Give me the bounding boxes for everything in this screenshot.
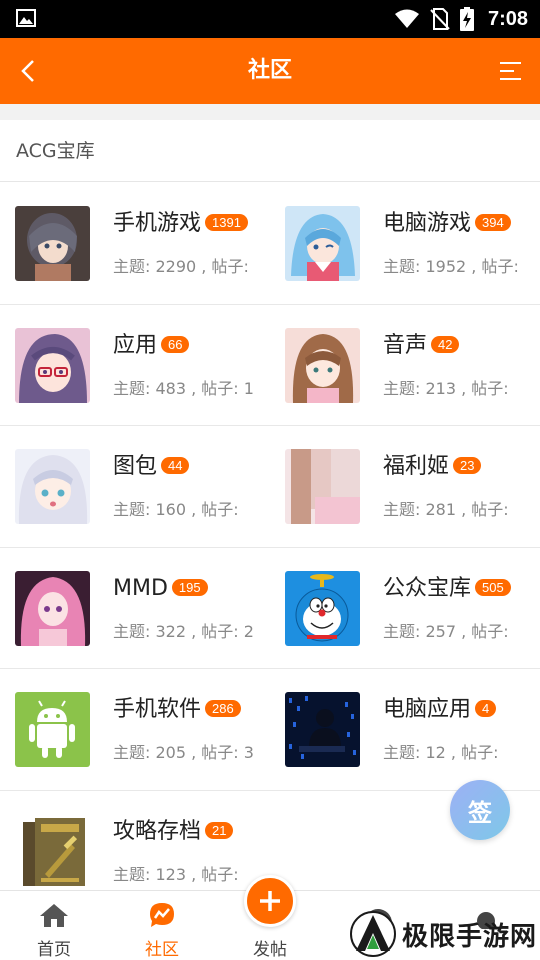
forum-item-mmd[interactable]: MMD 195 主题: 322 , 帖子: 2 xyxy=(0,548,270,668)
count-badge: 23 xyxy=(453,457,482,474)
forum-name: MMD 195 xyxy=(113,574,208,604)
forum-item-mobile-software[interactable]: 手机软件 286 主题: 205 , 帖子: 3 xyxy=(0,669,270,789)
forum-stats: 主题: 322 , 帖子: 2 xyxy=(113,621,254,641)
forum-thumbnail xyxy=(285,692,360,767)
forum-name: 应用 66 xyxy=(113,331,190,361)
forum-thumbnail xyxy=(15,449,90,524)
forum-name: 手机游戏 1391 xyxy=(113,209,248,239)
post-button[interactable] xyxy=(244,875,296,927)
forum-name-text: 手机软件 xyxy=(113,697,202,722)
forum-name: 公众宝库 505 xyxy=(383,574,511,604)
forum-thumbnail xyxy=(15,570,90,646)
forum-thumbnail xyxy=(285,570,360,646)
forum-thumbnail xyxy=(15,206,90,281)
forum-stats: 主题: 12 , 帖子: xyxy=(383,743,499,762)
count-badge: 195 xyxy=(171,578,208,596)
forum-name-text: 攻略存档 xyxy=(113,818,202,844)
community-icon xyxy=(146,901,178,929)
menu-button[interactable] xyxy=(492,52,528,90)
wifi-icon xyxy=(394,9,419,28)
count-badge: 394 xyxy=(475,214,511,231)
app-bar: 社区 xyxy=(0,38,540,104)
forum-item-pc-apps[interactable]: 电脑应用 4 主题: 12 , 帖子: xyxy=(270,669,540,789)
tab-home[interactable]: 首页 xyxy=(0,891,108,960)
forum-item-pc-games[interactable]: 电脑游戏 394 主题: 1952 , 帖子: xyxy=(270,183,540,303)
count-badge: 286 xyxy=(205,700,241,717)
forum-name: 音声 42 xyxy=(383,331,460,361)
forum-item-image-packs[interactable]: 图包 44 主题: 160 , 帖子: xyxy=(0,426,270,546)
forum-item-public-treasury[interactable]: 公众宝库 505 主题: 257 , 帖子: xyxy=(270,548,540,668)
forum-name-text: 手机游戏 xyxy=(113,211,202,236)
forum-stats: 主题: 2290 , 帖子: xyxy=(113,257,249,276)
forum-item-welfare[interactable]: 福利姬 23 主题: 281 , 帖子: xyxy=(270,426,540,546)
section-title: ACG宝库 xyxy=(16,140,95,162)
watermark-logo-icon xyxy=(350,911,396,957)
count-badge: 21 xyxy=(205,821,234,839)
count-badge: 505 xyxy=(475,578,511,596)
forum-name-text: 电脑游戏 xyxy=(383,211,472,236)
forum-stats: 主题: 213 , 帖子: xyxy=(383,378,509,398)
forum-item-apps[interactable]: 应用 66 主题: 483 , 帖子: 1 xyxy=(0,305,270,425)
status-time: 7:08 xyxy=(487,7,528,30)
home-icon xyxy=(38,901,70,929)
tab-label: 社区 xyxy=(145,940,179,960)
forum-name-text: 公众宝库 xyxy=(383,575,472,601)
section-header: ACG宝库 xyxy=(0,120,540,182)
forum-name-text: 应用 xyxy=(113,332,158,358)
forum-row: 手机游戏 1391 主题: 2290 , 帖子: 电脑游戏 394 主题: 1952… xyxy=(0,183,540,305)
forum-name-text: MMD xyxy=(113,575,168,601)
forum-stats: 主题: 205 , 帖子: 3 xyxy=(113,743,254,762)
image-icon xyxy=(16,9,36,27)
forum-row: MMD 195 主题: 322 , 帖子: 2 公众宝库 505 主题: 257… xyxy=(0,548,540,669)
forum-thumbnail xyxy=(285,449,360,524)
forum-stats: 主题: 483 , 帖子: 1 xyxy=(113,378,254,398)
forum-name-text: 福利姬 xyxy=(383,454,450,479)
forum-name: 电脑游戏 394 xyxy=(383,209,511,239)
forum-stats: 主题: 1952 , 帖子: xyxy=(383,257,519,276)
forum-name-text: 音声 xyxy=(383,332,428,358)
forum-row: 应用 66 主题: 483 , 帖子: 1 音声 42 主题: 213 , 帖子: xyxy=(0,305,540,426)
forum-row: 图包 44 主题: 160 , 帖子: 福利姬 23 主题: 281 , 帖子: xyxy=(0,426,540,548)
forum-name: 福利姬 23 xyxy=(383,452,482,482)
tab-label: 发帖 xyxy=(253,940,287,960)
page-title: 社区 xyxy=(247,58,292,83)
no-sim-icon xyxy=(430,8,450,30)
forum-thumbnail xyxy=(285,206,360,281)
forum-stats: 主题: 160 , 帖子: xyxy=(113,500,239,519)
forum-thumbnail xyxy=(15,327,90,403)
battery-charging-icon xyxy=(459,7,474,31)
forum-name-text: 电脑应用 xyxy=(383,697,472,722)
tab-post[interactable]: 发帖 xyxy=(216,875,324,960)
forum-name-text: 图包 xyxy=(113,454,158,479)
forum-stats: 主题: 123 , 帖子: xyxy=(113,864,239,884)
forum-name: 电脑应用 4 xyxy=(383,695,497,725)
count-badge: 1391 xyxy=(205,214,248,231)
forum-thumbnail xyxy=(15,813,90,889)
count-badge: 66 xyxy=(161,335,190,353)
forum-row: 手机软件 286 主题: 205 , 帖子: 3 电脑应用 4 主题: 12 ,… xyxy=(0,669,540,791)
tab-community[interactable]: 社区 xyxy=(108,891,216,960)
plus-icon xyxy=(260,891,280,911)
forum-thumbnail xyxy=(285,327,360,403)
status-bar: 7:08 xyxy=(0,0,540,38)
tab-label: 首页 xyxy=(37,940,71,960)
forum-name: 图包 44 xyxy=(113,452,190,482)
sign-in-button[interactable]: 签 xyxy=(450,780,510,840)
forum-item-voice[interactable]: 音声 42 主题: 213 , 帖子: xyxy=(270,305,540,425)
forum-thumbnail xyxy=(15,692,90,767)
chevron-left-icon xyxy=(21,60,34,82)
watermark-text: 极限手游网 xyxy=(402,921,538,952)
count-badge: 4 xyxy=(475,700,497,717)
menu-lines-icon xyxy=(500,62,521,80)
forum-stats: 主题: 257 , 帖子: xyxy=(383,621,509,641)
watermark: 极限手游网 xyxy=(350,908,540,960)
forum-stats: 主题: 281 , 帖子: xyxy=(383,500,509,519)
count-badge: 44 xyxy=(161,457,190,474)
section-divider xyxy=(0,104,540,120)
forum-item-mobile-games[interactable]: 手机游戏 1391 主题: 2290 , 帖子: xyxy=(0,183,270,303)
forum-name: 手机软件 286 xyxy=(113,695,241,725)
count-badge: 42 xyxy=(431,335,460,353)
forum-name: 攻略存档 21 xyxy=(113,817,234,847)
back-button[interactable] xyxy=(8,50,48,92)
